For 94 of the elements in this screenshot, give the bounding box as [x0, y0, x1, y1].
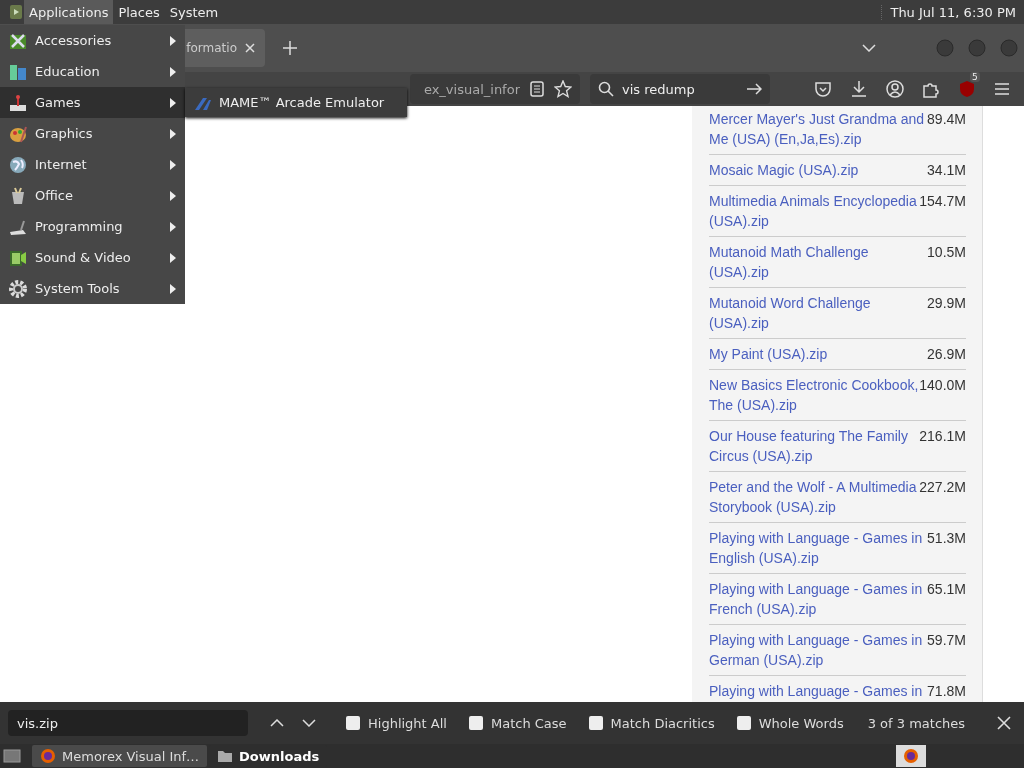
file-size: 154.7M: [919, 192, 966, 211]
search-icon: [598, 81, 614, 97]
find-option[interactable]: Highlight All: [346, 715, 447, 731]
panel-menu[interactable]: Applications: [24, 0, 114, 24]
chevron-down-icon[interactable]: [302, 719, 316, 727]
file-size: 89.4M: [927, 110, 966, 129]
account-icon[interactable]: [886, 80, 904, 98]
submenu-arrow-icon: [170, 66, 176, 77]
menu-item[interactable]: System Tools: [0, 273, 185, 304]
tab-title: formatio: [186, 41, 237, 55]
close-icon[interactable]: [245, 43, 255, 53]
find-option[interactable]: Match Case: [468, 715, 567, 731]
file-size: 227.2M: [919, 478, 966, 497]
chevron-up-icon[interactable]: [270, 719, 284, 727]
clock[interactable]: Thu Jul 11, 6:30 PM: [881, 4, 1024, 20]
file-link[interactable]: Mutanoid Word Challenge (USA).zip: [709, 293, 928, 333]
folder-icon: [217, 749, 234, 763]
menu-item[interactable]: MAME™ Arcade Emulator: [185, 88, 407, 117]
file-size: 140.0M: [919, 376, 966, 395]
submenu-arrow-icon: [170, 35, 176, 46]
browser-icon[interactable]: [903, 748, 919, 764]
menu-item[interactable]: Internet: [0, 149, 185, 180]
cup-icon: [9, 186, 27, 205]
panel-menu[interactable]: Places: [113, 0, 165, 24]
pocket-icon[interactable]: [814, 80, 832, 98]
find-field[interactable]: vis.zip: [8, 710, 248, 736]
file-link[interactable]: Mosaic Magic (USA).zip: [709, 160, 928, 180]
panel-menu[interactable]: System: [164, 0, 224, 24]
match-count: 3 of 3 matches: [867, 715, 966, 731]
menu-item[interactable]: Sound & Video: [0, 242, 185, 273]
menu-item[interactable]: Education: [0, 56, 185, 87]
browser-icon: [40, 748, 56, 764]
file-size: 59.7M: [927, 631, 966, 650]
tools-icon: [9, 31, 27, 50]
file-link[interactable]: Playing with Language - Games in English (USA).zip: [709, 528, 928, 568]
close-icon[interactable]: [997, 716, 1011, 730]
joystick-icon: [9, 93, 27, 112]
show-desktop-icon[interactable]: [2, 747, 22, 765]
menu-item[interactable]: Accessories: [0, 25, 185, 56]
menu-icon[interactable]: [994, 82, 1010, 96]
count-badge: 5: [970, 72, 980, 82]
stripes-icon: [195, 95, 213, 110]
arrow-right-icon[interactable]: [746, 83, 762, 95]
books-icon: [9, 62, 27, 81]
file-size: 26.9M: [927, 345, 966, 364]
menu-item[interactable]: Programming: [0, 211, 185, 242]
star-icon[interactable]: [554, 80, 572, 98]
checkbox[interactable]: [588, 716, 603, 730]
checkbox[interactable]: [346, 716, 360, 730]
file-size: 71.8M: [927, 682, 966, 701]
checkbox[interactable]: [468, 716, 483, 730]
submenu-arrow-icon: [170, 97, 176, 108]
gear-icon: [9, 279, 27, 298]
file-link[interactable]: Playing with Language - Games in German (USA).zip: [709, 630, 928, 670]
reader-icon[interactable]: [530, 81, 544, 97]
file-size: 65.1M: [927, 580, 966, 599]
find-option[interactable]: Match Diacritics: [588, 715, 715, 731]
taskbar-button[interactable]: Memorex Visual Inf…: [32, 745, 208, 767]
file-link[interactable]: Mutanoid Math Challenge (USA).zip: [709, 242, 928, 282]
submenu-arrow-icon: [170, 283, 176, 294]
file-link[interactable]: Our House featuring The Family Circus (USA).zip: [709, 426, 920, 466]
menu-item[interactable]: Graphics: [0, 118, 185, 149]
file-size: 216.1M: [919, 427, 966, 446]
globe-icon: [9, 155, 27, 174]
checkbox[interactable]: [736, 716, 751, 730]
file-link[interactable]: Playing with Language - Games in: [709, 681, 928, 701]
submenu-arrow-icon: [170, 128, 176, 139]
file-link[interactable]: Multimedia Animals Encyclopedia (USA).zip: [709, 191, 920, 231]
file-size: 10.5M: [927, 243, 966, 262]
file-link[interactable]: My Paint (USA).zip: [709, 344, 928, 364]
submenu-arrow-icon: [170, 159, 176, 170]
submenu-arrow-icon: [170, 190, 176, 201]
address-text: ex_visual_infor: [422, 81, 520, 97]
menu-item[interactable]: Games: [0, 87, 185, 118]
panel-logo-icon[interactable]: [8, 3, 24, 21]
find-option[interactable]: Whole Words: [736, 715, 844, 731]
download-icon[interactable]: [850, 80, 868, 98]
search-field[interactable]: vis redump: [590, 74, 770, 104]
file-size: 51.3M: [927, 529, 966, 548]
file-size: 29.9M: [927, 294, 966, 313]
palette-icon: [9, 124, 27, 143]
menu-item[interactable]: Office: [0, 180, 185, 211]
plus-icon[interactable]: [283, 41, 297, 55]
chevron-down-icon[interactable]: [862, 44, 876, 52]
file-link[interactable]: Peter and the Wolf - A Multimedia Storybook (USA).zip: [709, 477, 920, 517]
file-link[interactable]: Mercer Mayer's Just Grandma and Me (USA) (En,Ja,Es).zip: [709, 109, 928, 149]
film-icon: [9, 248, 27, 267]
puzzle-icon[interactable]: [922, 80, 940, 98]
file-link[interactable]: Playing with Language - Games in French (USA).zip: [709, 579, 928, 619]
file-size: 34.1M: [927, 161, 966, 180]
file-link[interactable]: New Basics Electronic Cookbook, The (USA).zip: [709, 375, 920, 415]
address-field[interactable]: ex_visual_infor: [410, 74, 580, 104]
submenu-arrow-icon: [170, 221, 176, 232]
submenu-arrow-icon: [170, 252, 176, 263]
